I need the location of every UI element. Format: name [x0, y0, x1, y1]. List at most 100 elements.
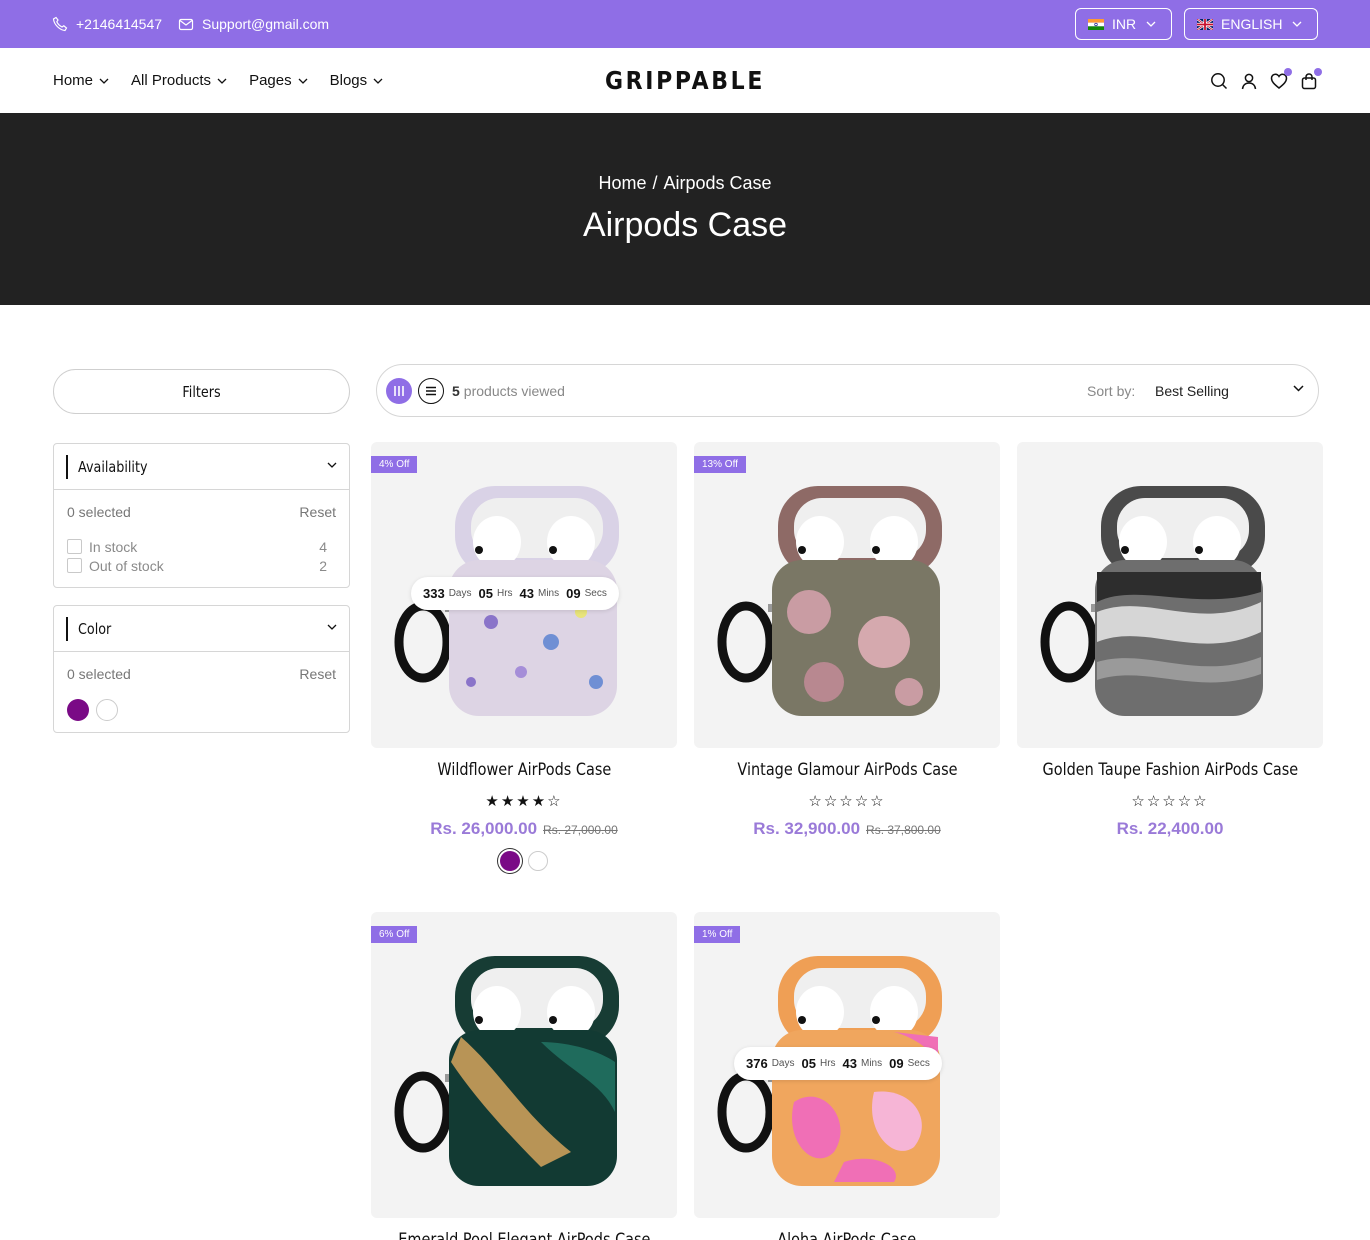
rating-stars: ☆☆☆☆☆ [808, 793, 886, 810]
chevron-down-icon [1146, 21, 1156, 27]
airpods-case-image [1040, 486, 1265, 716]
nav-item-pages[interactable]: Pages [249, 72, 308, 89]
nav-item-home[interactable]: Home [53, 72, 109, 89]
filter-option-out-of-stock[interactable]: Out of stock 2 [54, 556, 349, 575]
discount-badge: 6% Off [371, 926, 418, 943]
timer-days: 333 [423, 586, 445, 601]
product-card[interactable]: 4% Off 333 Days 05 Hrs 43 Mins 09 Secs Wildflow… [371, 442, 677, 871]
rating-stars: ☆☆☆☆☆ [1131, 793, 1209, 810]
viewed-text: products viewed [463, 382, 565, 399]
wishlist-badge [1284, 67, 1292, 76]
checkbox[interactable] [67, 539, 82, 554]
color-filter-header[interactable]: Color [54, 606, 349, 652]
option-label: Out of stock [89, 557, 164, 574]
chevron-down-icon[interactable] [1293, 385, 1304, 392]
airpods-case-image [394, 956, 619, 1186]
list-view-icon[interactable] [418, 378, 444, 404]
timer-days-label: Days [771, 1058, 795, 1069]
timer-secs: 09 [566, 586, 581, 601]
chevron-down-icon [327, 462, 337, 468]
color-swatch-purple[interactable] [500, 851, 520, 871]
chevron-down-icon [298, 78, 308, 84]
product-card[interactable]: 6% Off Emerald Pool Elegant AirPods Case [371, 912, 677, 1240]
breadcrumb: Home / Airpods Case [0, 173, 1370, 194]
top-bar: +2146414547 Support@gmail.com INR ENGLIS… [0, 0, 1370, 48]
chevron-down-icon [327, 624, 337, 630]
phone-icon [52, 16, 76, 32]
nav-item-all-products[interactable]: All Products [131, 72, 227, 89]
timer-hours-label: Hrs [819, 1058, 836, 1069]
product-title[interactable]: Wildflower AirPods Case [371, 760, 677, 780]
email-contact[interactable]: Support@gmail.com [178, 0, 329, 48]
cart-badge [1314, 67, 1322, 76]
mail-icon [178, 16, 202, 32]
reset-link[interactable]: Reset [299, 504, 336, 524]
wishlist-icon[interactable] [1268, 67, 1292, 92]
phone-contact[interactable]: +2146414547 [52, 0, 162, 48]
option-count: 4 [319, 538, 327, 555]
timer-secs-label: Secs [907, 1058, 930, 1069]
color-swatch-white[interactable] [96, 699, 118, 721]
timer-secs: 09 [889, 1056, 904, 1071]
india-flag-icon [1088, 18, 1104, 30]
products-viewed-count: 5 products viewed [452, 365, 565, 416]
timer-days: 376 [746, 1056, 768, 1071]
timer-mins: 43 [842, 1056, 857, 1071]
nav-item-blogs[interactable]: Blogs [330, 72, 384, 89]
sort-label: Sort by: [1087, 382, 1136, 399]
chevron-down-icon [1292, 21, 1302, 27]
discount-badge: 1% Off [694, 926, 741, 943]
brand-logo[interactable]: GRIPPABLE [597, 48, 773, 113]
checkbox[interactable] [67, 558, 82, 573]
product-image[interactable] [1017, 442, 1323, 748]
heading-bar [66, 454, 68, 479]
product-image[interactable]: 6% Off [371, 912, 677, 1218]
account-icon[interactable] [1238, 70, 1260, 92]
chevron-down-icon [217, 78, 227, 84]
filter-title: Color [78, 619, 112, 638]
reset-link[interactable]: Reset [299, 666, 336, 686]
color-selection-row: 0 selected Reset [54, 666, 349, 686]
product-image[interactable]: 13% Off [694, 442, 1000, 748]
product-image[interactable]: 4% Off 333 Days 05 Hrs 43 Mins 09 Secs [371, 442, 677, 748]
product-title-text: Emerald Pool Elegant AirPods Case [397, 1230, 651, 1240]
product-card[interactable]: 13% Off Vintage Glamour AirPods Case ☆☆☆… [694, 442, 1000, 839]
currency-selector[interactable]: INR [1075, 8, 1172, 40]
timer-secs-label: Secs [584, 588, 607, 599]
option-label: In stock [89, 538, 138, 555]
filter-option-in-stock[interactable]: In stock 4 [54, 537, 349, 556]
filters-button[interactable]: Filters [53, 369, 350, 414]
timer-days-label: Days [448, 588, 472, 599]
timer-mins-label: Mins [861, 1058, 883, 1069]
timer-hours: 05 [478, 586, 493, 601]
product-title-text: Golden Taupe Fashion AirPods Case [1042, 760, 1298, 780]
timer-mins: 43 [519, 586, 534, 601]
uk-flag-icon [1197, 18, 1213, 30]
language-selector[interactable]: ENGLISH [1184, 8, 1318, 40]
product-swatches [371, 851, 677, 871]
product-title-text: Aloha AirPods Case [777, 1230, 917, 1240]
grid-view-icon[interactable] [386, 378, 412, 404]
nav-item-label: All Products [131, 72, 212, 89]
chevron-down-icon [373, 78, 383, 84]
phone-number: +2146414547 [76, 16, 163, 32]
product-title-text: Vintage Glamour AirPods Case [736, 760, 958, 780]
cart-icon[interactable] [1298, 67, 1322, 92]
product-image[interactable]: 1% Off 376 Days 05 Hrs 43 Mins 09 Secs [694, 912, 1000, 1218]
product-title[interactable]: Emerald Pool Elegant AirPods Case [371, 1230, 677, 1240]
search-icon[interactable] [1208, 70, 1230, 92]
product-card[interactable]: Golden Taupe Fashion AirPods Case ☆☆☆☆☆ … [1017, 442, 1323, 839]
heading-bar [66, 616, 68, 641]
availability-filter-header[interactable]: Availability [54, 444, 349, 490]
product-card[interactable]: 1% Off 376 Days 05 Hrs 43 Mins 09 Secs Aloha Ai… [694, 912, 1000, 1240]
product-title[interactable]: Aloha AirPods Case [694, 1230, 1000, 1240]
product-title[interactable]: Golden Taupe Fashion AirPods Case [1017, 760, 1323, 780]
color-swatch-white[interactable] [528, 851, 548, 871]
breadcrumb-home[interactable]: Home [598, 173, 646, 193]
sort-select[interactable]: Best Selling [1155, 365, 1229, 416]
filters-label: Filters [182, 382, 221, 401]
nav-item-label: Pages [249, 72, 292, 89]
product-title[interactable]: Vintage Glamour AirPods Case [694, 760, 1000, 780]
color-swatch-purple[interactable] [67, 699, 89, 721]
rating-stars: ★★★★☆ [485, 793, 563, 810]
